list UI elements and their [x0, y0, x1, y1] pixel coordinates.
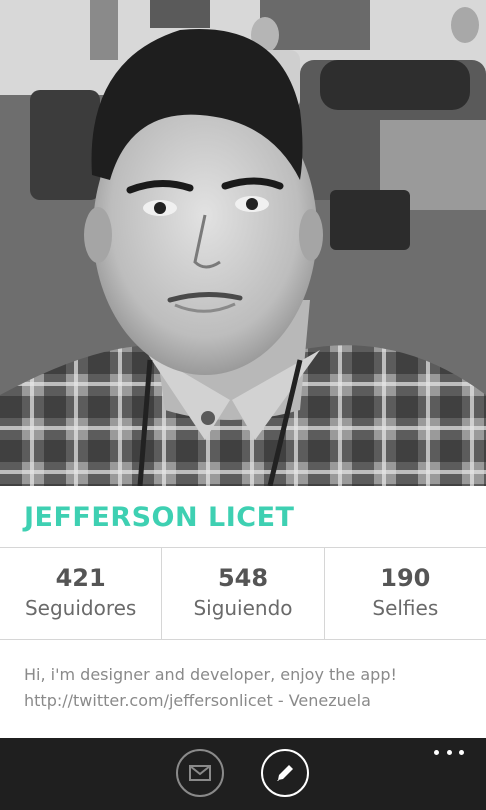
more-dot — [446, 749, 452, 755]
app-bar — [0, 738, 486, 810]
profile-name-row: JEFFERSON LICET — [0, 486, 486, 548]
stat-followers-label: Seguidores — [24, 596, 137, 620]
more-icon[interactable] — [434, 746, 464, 758]
stat-following-label: Siguiendo — [193, 596, 293, 620]
edit-icon — [277, 765, 293, 781]
profile-name: JEFFERSON LICET — [24, 502, 295, 533]
stat-followers-value: 421 — [55, 564, 106, 592]
more-dot — [459, 749, 464, 755]
bio-line-2: http://twitter.com/jeffersonlicet - Vene… — [24, 691, 371, 710]
stat-selfies-value: 190 — [380, 564, 431, 592]
mail-button[interactable] — [176, 749, 224, 797]
stat-following-value: 548 — [217, 564, 269, 592]
profile-photo — [0, 0, 486, 486]
stat-selfies[interactable]: 190 Selfies — [325, 548, 486, 639]
profile-bio: Hi, i'm designer and developer, enjoy th… — [24, 662, 474, 714]
stat-selfies-label: Selfies — [372, 596, 439, 620]
stat-following[interactable]: 548 Siguiendo — [162, 548, 325, 639]
more-dot — [434, 749, 439, 755]
stat-followers[interactable]: 421 Seguidores — [0, 548, 163, 639]
bio-line-1: Hi, i'm designer and developer, enjoy th… — [24, 665, 397, 684]
edit-button[interactable] — [261, 749, 309, 797]
profile-stats: 421 Seguidores 548 Siguiendo 190 Selfies — [0, 548, 486, 640]
mail-icon — [189, 765, 211, 781]
